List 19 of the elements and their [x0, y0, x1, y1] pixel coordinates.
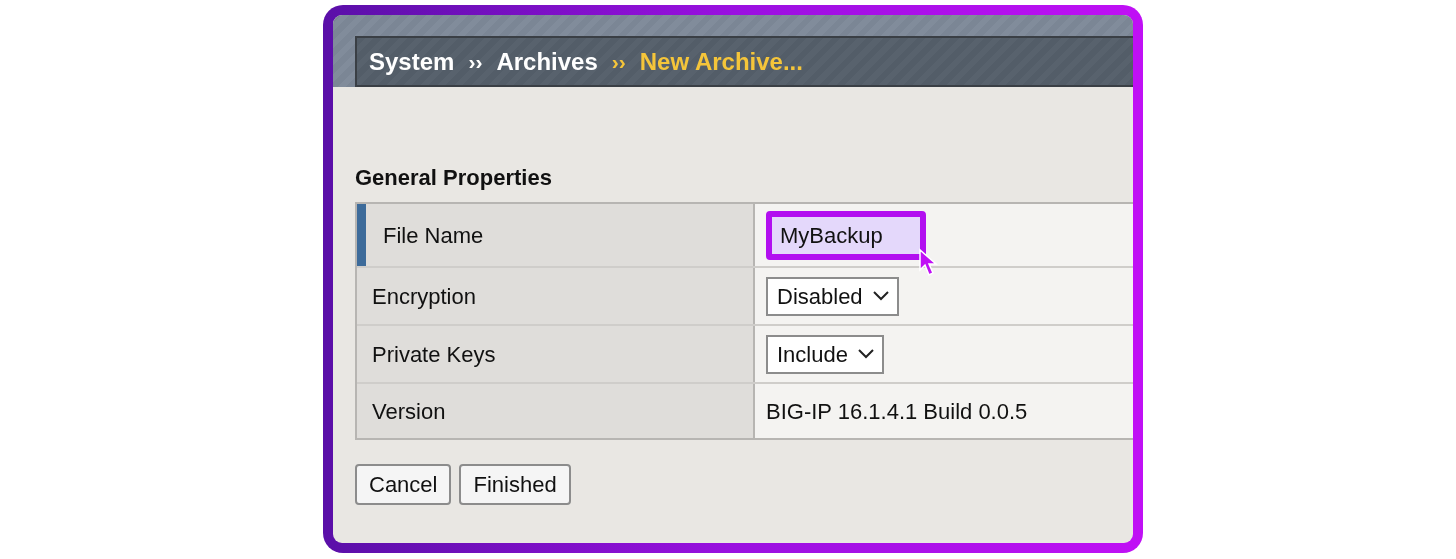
- chevron-down-icon: [857, 349, 874, 359]
- breadcrumb-link[interactable]: System: [369, 43, 455, 80]
- breadcrumb-link[interactable]: Archives: [496, 43, 598, 80]
- field-label: Encryption: [357, 268, 755, 324]
- field-label: Private Keys: [357, 326, 755, 382]
- chevron-down-icon: [872, 291, 889, 301]
- input-field[interactable]: MyBackup: [766, 210, 926, 260]
- form-button[interactable]: Finished: [459, 464, 571, 505]
- field-label: File Name: [357, 204, 755, 266]
- section-title: General Properties: [355, 164, 553, 192]
- breadcrumb-current: New Archive...: [639, 46, 803, 77]
- field-value: BIG-IP 16.1.4.1 Build 0.0.5: [755, 384, 1133, 438]
- dropdown[interactable]: Include: [766, 334, 884, 374]
- dropdown[interactable]: Disabled: [766, 276, 899, 316]
- breadcrumb-separator: ››: [468, 48, 483, 75]
- breadcrumb-separator: ››: [611, 48, 626, 75]
- cursor-icon: [918, 247, 940, 278]
- form-button[interactable]: Cancel: [355, 464, 452, 505]
- field-label: Version: [357, 384, 755, 438]
